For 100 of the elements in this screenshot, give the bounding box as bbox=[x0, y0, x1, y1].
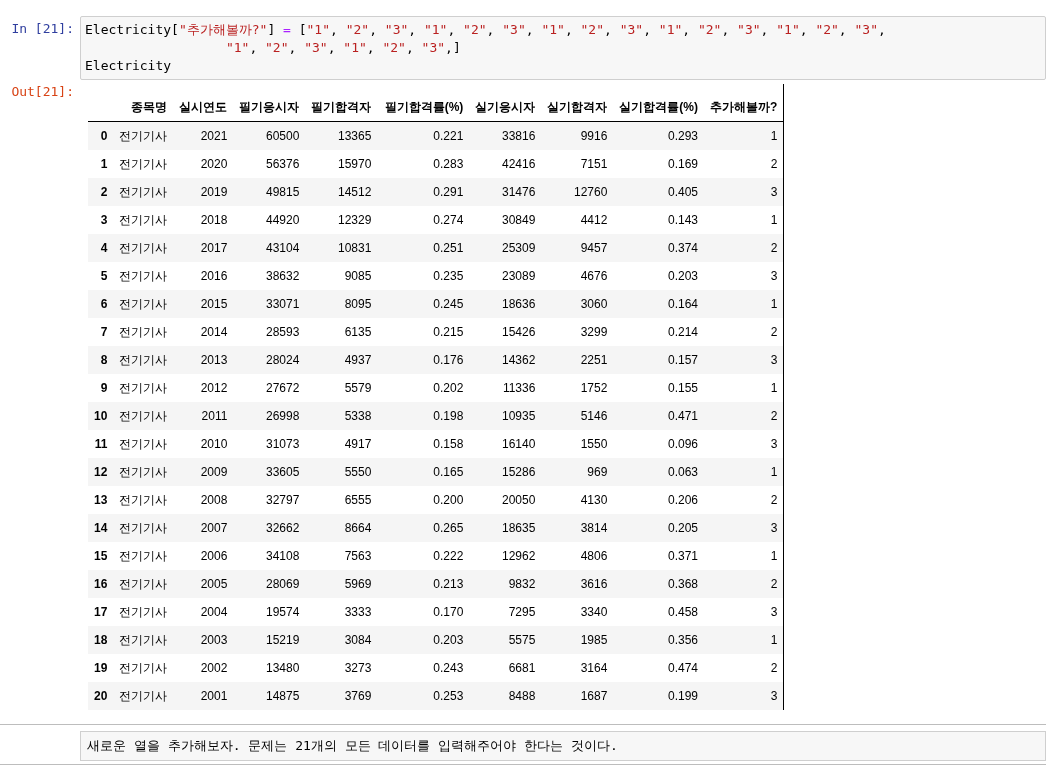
row-index: 14 bbox=[88, 514, 114, 542]
table-cell: 7563 bbox=[305, 542, 378, 570]
table-cell: 14362 bbox=[469, 346, 542, 374]
table-cell: 0.200 bbox=[377, 486, 470, 514]
row-index: 16 bbox=[88, 570, 114, 598]
table-cell: 전기기사 bbox=[113, 121, 174, 150]
table-cell: 34108 bbox=[233, 542, 306, 570]
table-cell: 3273 bbox=[305, 654, 378, 682]
table-cell: 18636 bbox=[469, 290, 542, 318]
table-cell: 3814 bbox=[541, 514, 614, 542]
row-index: 1 bbox=[88, 150, 114, 178]
table-cell: 0.199 bbox=[613, 682, 705, 710]
table-cell: 33071 bbox=[233, 290, 306, 318]
table-cell: 3 bbox=[704, 430, 784, 458]
table-cell: 0.143 bbox=[613, 206, 705, 234]
table-cell: 1 bbox=[704, 121, 784, 150]
table-cell: 3 bbox=[704, 598, 784, 626]
table-cell: 3060 bbox=[541, 290, 614, 318]
row-index: 18 bbox=[88, 626, 114, 654]
table-cell: 3084 bbox=[305, 626, 378, 654]
table-cell: 32662 bbox=[233, 514, 306, 542]
table-cell: 3164 bbox=[541, 654, 614, 682]
table-cell: 30849 bbox=[469, 206, 542, 234]
table-cell: 1752 bbox=[541, 374, 614, 402]
table-cell: 60500 bbox=[233, 121, 306, 150]
table-cell: 2004 bbox=[173, 598, 234, 626]
table-cell: 19574 bbox=[233, 598, 306, 626]
table-cell: 전기기사 bbox=[113, 402, 174, 430]
table-cell: 0.205 bbox=[613, 514, 705, 542]
table-cell: 0.253 bbox=[377, 682, 470, 710]
table-cell: 전기기사 bbox=[113, 570, 174, 598]
table-cell: 2 bbox=[704, 234, 784, 262]
table-cell: 전기기사 bbox=[113, 682, 174, 710]
table-cell: 2016 bbox=[173, 262, 234, 290]
table-cell: 15970 bbox=[305, 150, 378, 178]
table-cell: 5969 bbox=[305, 570, 378, 598]
table-cell: 3769 bbox=[305, 682, 378, 710]
table-cell: 0.170 bbox=[377, 598, 470, 626]
table-cell: 7151 bbox=[541, 150, 614, 178]
row-index: 17 bbox=[88, 598, 114, 626]
table-cell: 13365 bbox=[305, 121, 378, 150]
table-cell: 2006 bbox=[173, 542, 234, 570]
table-cell: 2020 bbox=[173, 150, 234, 178]
table-cell: 0.202 bbox=[377, 374, 470, 402]
table-cell: 0.169 bbox=[613, 150, 705, 178]
table-cell: 1550 bbox=[541, 430, 614, 458]
table-cell: 16140 bbox=[469, 430, 542, 458]
table-cell: 27672 bbox=[233, 374, 306, 402]
table-cell: 3333 bbox=[305, 598, 378, 626]
table-cell: 1 bbox=[704, 542, 784, 570]
table-cell: 12962 bbox=[469, 542, 542, 570]
table-cell: 15286 bbox=[469, 458, 542, 486]
table-cell: 전기기사 bbox=[113, 514, 174, 542]
table-cell: 6135 bbox=[305, 318, 378, 346]
table-cell: 33816 bbox=[469, 121, 542, 150]
row-index: 13 bbox=[88, 486, 114, 514]
row-index: 8 bbox=[88, 346, 114, 374]
table-cell: 0.214 bbox=[613, 318, 705, 346]
table-cell: 5338 bbox=[305, 402, 378, 430]
table-cell: 전기기사 bbox=[113, 598, 174, 626]
table-cell: 4917 bbox=[305, 430, 378, 458]
row-index: 0 bbox=[88, 121, 114, 150]
row-index: 20 bbox=[88, 682, 114, 710]
input-prompt: In [21]: bbox=[10, 20, 75, 36]
table-cell: 전기기사 bbox=[113, 486, 174, 514]
table-cell: 2015 bbox=[173, 290, 234, 318]
table-cell: 전기기사 bbox=[113, 346, 174, 374]
table-cell: 0.157 bbox=[613, 346, 705, 374]
table-cell: 2001 bbox=[173, 682, 234, 710]
table-cell: 2007 bbox=[173, 514, 234, 542]
table-cell: 38632 bbox=[233, 262, 306, 290]
table-cell: 0.274 bbox=[377, 206, 470, 234]
table-cell: 13480 bbox=[233, 654, 306, 682]
table-cell: 0.155 bbox=[613, 374, 705, 402]
table-cell: 전기기사 bbox=[113, 290, 174, 318]
table-cell: 15219 bbox=[233, 626, 306, 654]
table-cell: 8664 bbox=[305, 514, 378, 542]
table-cell: 9916 bbox=[541, 121, 614, 150]
table-cell: 2014 bbox=[173, 318, 234, 346]
table-cell: 0.198 bbox=[377, 402, 470, 430]
table-cell: 10935 bbox=[469, 402, 542, 430]
table-cell: 0.165 bbox=[377, 458, 470, 486]
table-cell: 0.374 bbox=[613, 234, 705, 262]
table-cell: 25309 bbox=[469, 234, 542, 262]
table-cell: 전기기사 bbox=[113, 430, 174, 458]
table-cell: 전기기사 bbox=[113, 206, 174, 234]
row-index: 15 bbox=[88, 542, 114, 570]
table-cell: 전기기사 bbox=[113, 234, 174, 262]
table-cell: 2 bbox=[704, 486, 784, 514]
table-cell: 20050 bbox=[469, 486, 542, 514]
code-cell[interactable]: Electricity["추가해볼까?"] = ["1", "2", "3", "1", "2", "3", "1", "2", "3", "1", "2", "3", "1", "2", "3", "1", "2", "3", "1", "2", "3",] Electricity bbox=[80, 16, 1046, 80]
markdown-cell[interactable]: 새로운 열을 추가해보자. 문제는 21개의 모든 데이터를 입력해주어야 한다는 것이다. bbox=[80, 731, 1046, 761]
table-cell: 0.221 bbox=[377, 121, 470, 150]
table-cell: 전기기사 bbox=[113, 626, 174, 654]
table-cell: 14512 bbox=[305, 178, 378, 206]
table-cell: 0.405 bbox=[613, 178, 705, 206]
table-cell: 0.243 bbox=[377, 654, 470, 682]
table-cell: 2021 bbox=[173, 121, 234, 150]
table-cell: 2005 bbox=[173, 570, 234, 598]
table-cell: 26998 bbox=[233, 402, 306, 430]
